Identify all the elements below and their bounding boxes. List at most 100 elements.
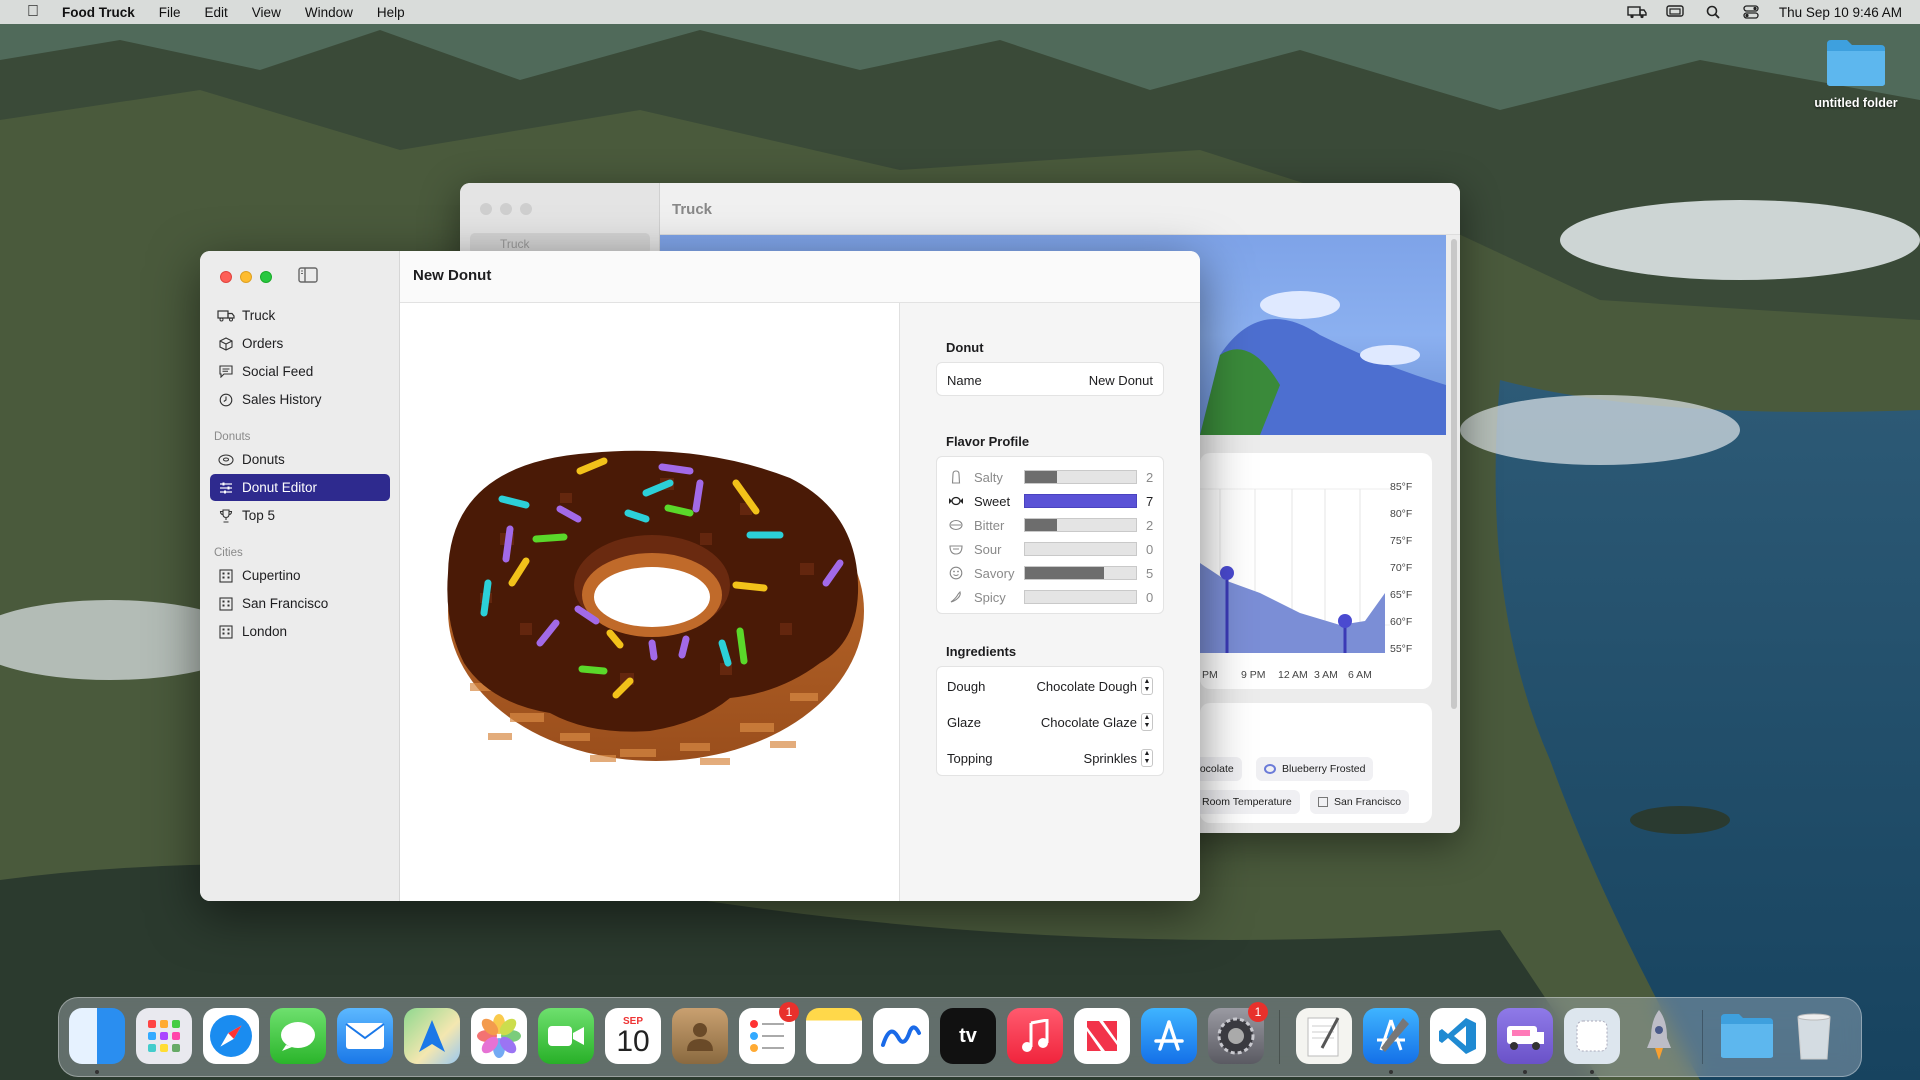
truck-status-icon[interactable] xyxy=(1627,5,1647,19)
notes-icon[interactable] xyxy=(806,1008,862,1064)
app-store-icon[interactable] xyxy=(1141,1008,1197,1064)
chip-san-francisco[interactable]: San Francisco xyxy=(1310,790,1410,814)
system-settings-icon[interactable]: 1 xyxy=(1208,1002,1268,1064)
maps-icon[interactable] xyxy=(404,1008,460,1064)
topping-picker[interactable]: Sprinkles xyxy=(1084,751,1137,766)
close-button[interactable] xyxy=(480,203,492,215)
sidebar-item-truck[interactable]: Truck xyxy=(210,302,390,329)
sidebar-item-san-francisco[interactable]: San Francisco xyxy=(210,590,390,617)
section-header-cities: Cities xyxy=(214,547,243,559)
messages-icon[interactable] xyxy=(270,1008,326,1064)
traffic-lights xyxy=(220,271,272,283)
freeform-icon[interactable] xyxy=(873,1008,929,1064)
traffic-lights xyxy=(480,203,532,215)
mail-icon[interactable] xyxy=(337,1008,393,1064)
safari-icon[interactable] xyxy=(203,1008,259,1064)
dock: SEP 10 1 tv 1 xyxy=(58,997,1862,1077)
menu-edit[interactable]: Edit xyxy=(193,5,240,20)
vscode-icon[interactable] xyxy=(1430,1008,1486,1064)
sidebar-toggle-icon[interactable] xyxy=(298,267,318,283)
name-row[interactable]: Name New Donut xyxy=(937,363,1163,397)
facetime-icon[interactable] xyxy=(538,1008,594,1064)
flavor-slider[interactable] xyxy=(1024,590,1137,604)
menu-app-name[interactable]: Food Truck xyxy=(48,5,147,20)
glaze-picker[interactable]: Chocolate Glaze xyxy=(1041,715,1137,730)
menu-window[interactable]: Window xyxy=(293,5,365,20)
menu-file[interactable]: File xyxy=(147,5,193,20)
simulator-icon[interactable] xyxy=(1564,1008,1620,1064)
sidebar-item-social-feed[interactable]: Social Feed xyxy=(210,358,390,385)
news-icon[interactable] xyxy=(1074,1008,1130,1064)
xcode-icon[interactable] xyxy=(1363,1008,1419,1064)
flavor-name: Spicy xyxy=(974,589,1006,605)
spotlight-search-icon[interactable] xyxy=(1703,5,1723,19)
desktop-folder[interactable]: untitled folder xyxy=(1808,38,1904,110)
sidebar-item-orders[interactable]: Orders xyxy=(210,330,390,357)
flavor-row-sweet[interactable]: Sweet 7 xyxy=(937,489,1163,513)
zoom-button[interactable] xyxy=(260,271,272,283)
menu-clock[interactable]: Thu Sep 10 9:46 AM xyxy=(1779,5,1902,20)
building-icon xyxy=(1318,797,1328,807)
contacts-icon[interactable] xyxy=(672,1008,728,1064)
sidebar-item-donuts[interactable]: Donuts xyxy=(210,446,390,473)
textedit-icon[interactable] xyxy=(1296,1008,1352,1064)
chip-label: Blueberry Frosted xyxy=(1282,763,1366,775)
flavor-slider[interactable] xyxy=(1024,494,1137,508)
truck-icon xyxy=(217,308,235,324)
sidebar-item-london[interactable]: London xyxy=(210,618,390,645)
sidebar-item-donut-editor[interactable]: Donut Editor xyxy=(210,474,390,501)
leaf-icon xyxy=(948,519,964,531)
flavor-row-bitter[interactable]: Bitter 2 xyxy=(937,513,1163,537)
flavor-name: Salty xyxy=(974,469,1003,485)
sidebar-item-top-5[interactable]: Top 5 xyxy=(210,502,390,529)
food-truck-icon[interactable] xyxy=(1497,1008,1553,1064)
trash-icon[interactable] xyxy=(1786,1008,1842,1064)
chip-room-temperature[interactable]: Room Temperature xyxy=(1186,790,1300,814)
zoom-button[interactable] xyxy=(520,203,532,215)
flavor-row-savory[interactable]: Savory 5 xyxy=(937,561,1163,585)
flavor-slider[interactable] xyxy=(1024,518,1137,532)
flavor-slider[interactable] xyxy=(1024,566,1137,580)
apple-menu-icon[interactable]:  xyxy=(18,3,48,21)
topping-stepper-icon[interactable]: ▲ ▼ xyxy=(1141,749,1153,767)
downloads-folder-icon[interactable] xyxy=(1719,1008,1775,1064)
minimize-button[interactable] xyxy=(500,203,512,215)
time-label: 3 AM xyxy=(1314,669,1338,681)
sidebar-item-sales-history[interactable]: Sales History xyxy=(210,386,390,413)
rocket-typist-icon[interactable] xyxy=(1631,1008,1687,1064)
apple-tv-icon[interactable]: tv xyxy=(940,1008,996,1064)
finder-icon[interactable] xyxy=(69,1008,125,1064)
running-indicator xyxy=(95,1070,99,1074)
menu-view[interactable]: View xyxy=(240,5,293,20)
window-title: New Donut xyxy=(413,267,492,284)
close-button[interactable] xyxy=(220,271,232,283)
flavor-row-sour[interactable]: Sour 0 xyxy=(937,537,1163,561)
music-icon[interactable] xyxy=(1007,1008,1063,1064)
scrollbar[interactable] xyxy=(1451,239,1457,709)
flavor-level-fill xyxy=(1025,495,1136,507)
flavor-slider[interactable] xyxy=(1024,470,1137,484)
donut-editor-window[interactable]: Truck Orders Social Feed Sales History D… xyxy=(200,251,1200,901)
reminders-icon[interactable]: 1 xyxy=(739,1002,799,1064)
flavor-row-salty[interactable]: Salty 2 xyxy=(937,465,1163,489)
menu-help[interactable]: Help xyxy=(365,5,417,20)
flavor-row-spicy[interactable]: Spicy 0 xyxy=(937,585,1163,609)
minimize-button[interactable] xyxy=(240,271,252,283)
dough-stepper-icon[interactable]: ▲ ▼ xyxy=(1141,677,1153,695)
glaze-stepper-icon[interactable]: ▲ ▼ xyxy=(1141,713,1153,731)
flavor-slider[interactable] xyxy=(1024,542,1137,556)
sidebar-item-cupertino[interactable]: Cupertino xyxy=(210,562,390,589)
time-label: 12 AM xyxy=(1278,669,1308,681)
launchpad-icon[interactable] xyxy=(136,1008,192,1064)
dough-picker[interactable]: Chocolate Dough xyxy=(1037,679,1137,694)
sidebar-item-label: Truck xyxy=(242,308,276,323)
screen-mirroring-icon[interactable] xyxy=(1665,5,1685,19)
calendar-icon[interactable]: SEP 10 xyxy=(605,1008,661,1064)
photos-icon[interactable] xyxy=(471,1008,527,1064)
control-center-icon[interactable] xyxy=(1741,5,1761,19)
name-field[interactable]: New Donut xyxy=(1089,373,1153,388)
chip-blueberry-frosted[interactable]: Blueberry Frosted xyxy=(1256,757,1374,781)
flavor-value: 2 xyxy=(1146,469,1154,485)
flavor-name: Sour xyxy=(974,541,1002,557)
flavor-value: 5 xyxy=(1146,565,1154,581)
